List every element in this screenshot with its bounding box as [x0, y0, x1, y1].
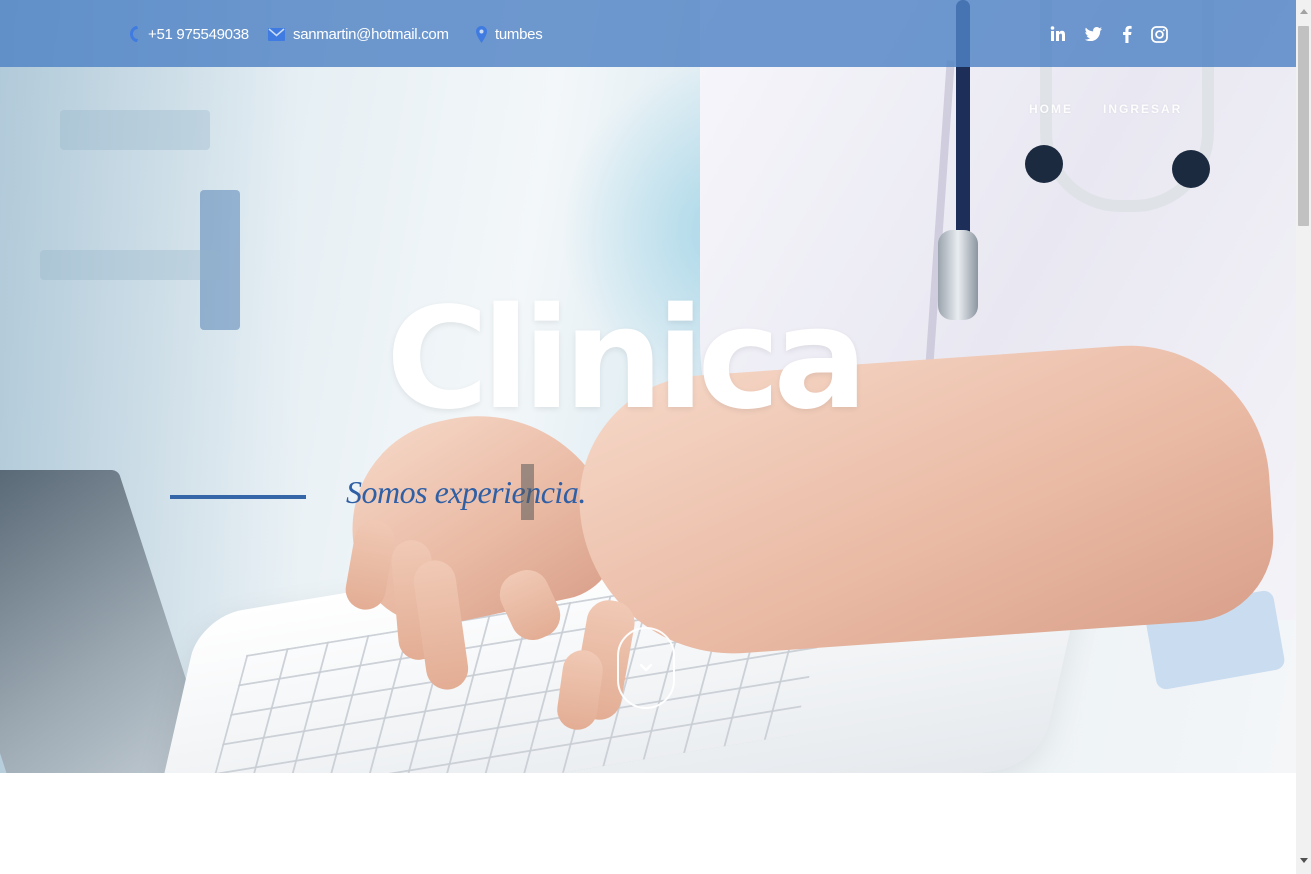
- hero-title: Clinica: [386, 278, 868, 441]
- contact-location[interactable]: tumbes: [476, 22, 543, 46]
- instagram-icon[interactable]: [1148, 22, 1170, 46]
- linkedin-icon[interactable]: [1047, 22, 1069, 46]
- mail-icon: [268, 27, 285, 41]
- nav-home[interactable]: HOME: [1029, 102, 1073, 116]
- scroll-down-arrow-icon[interactable]: [1296, 853, 1311, 868]
- map-pin-icon: [476, 25, 487, 43]
- stethoscope-chestpiece: [938, 230, 978, 320]
- phone-text: +51 975549038: [148, 25, 249, 43]
- twitter-icon[interactable]: [1082, 22, 1104, 46]
- nav-login[interactable]: INGRESAR: [1103, 102, 1182, 116]
- contact-email[interactable]: sanmartin@hotmail.com: [268, 22, 449, 46]
- scroll-up-arrow-icon[interactable]: [1296, 4, 1311, 19]
- scrollbar-thumb[interactable]: [1298, 26, 1309, 226]
- stethoscope-earpiece: [1025, 145, 1063, 183]
- phone-icon: [128, 25, 140, 43]
- chevron-down-icon: [639, 659, 653, 677]
- background-shelf: [40, 250, 220, 280]
- top-bar: +51 975549038 sanmartin@hotmail.com tumb…: [0, 0, 1296, 67]
- text-cursor: [521, 464, 534, 520]
- location-text: tumbes: [495, 25, 543, 43]
- hero-tagline: Somos experiencia.: [346, 474, 586, 510]
- facebook-icon[interactable]: [1116, 22, 1138, 46]
- background-shelf: [60, 110, 210, 150]
- scroll-down-button[interactable]: [617, 627, 675, 709]
- email-text: sanmartin@hotmail.com: [293, 25, 449, 43]
- contact-phone[interactable]: +51 975549038: [128, 22, 249, 46]
- stethoscope-earpiece: [1172, 150, 1210, 188]
- tagline-rule: [170, 495, 306, 499]
